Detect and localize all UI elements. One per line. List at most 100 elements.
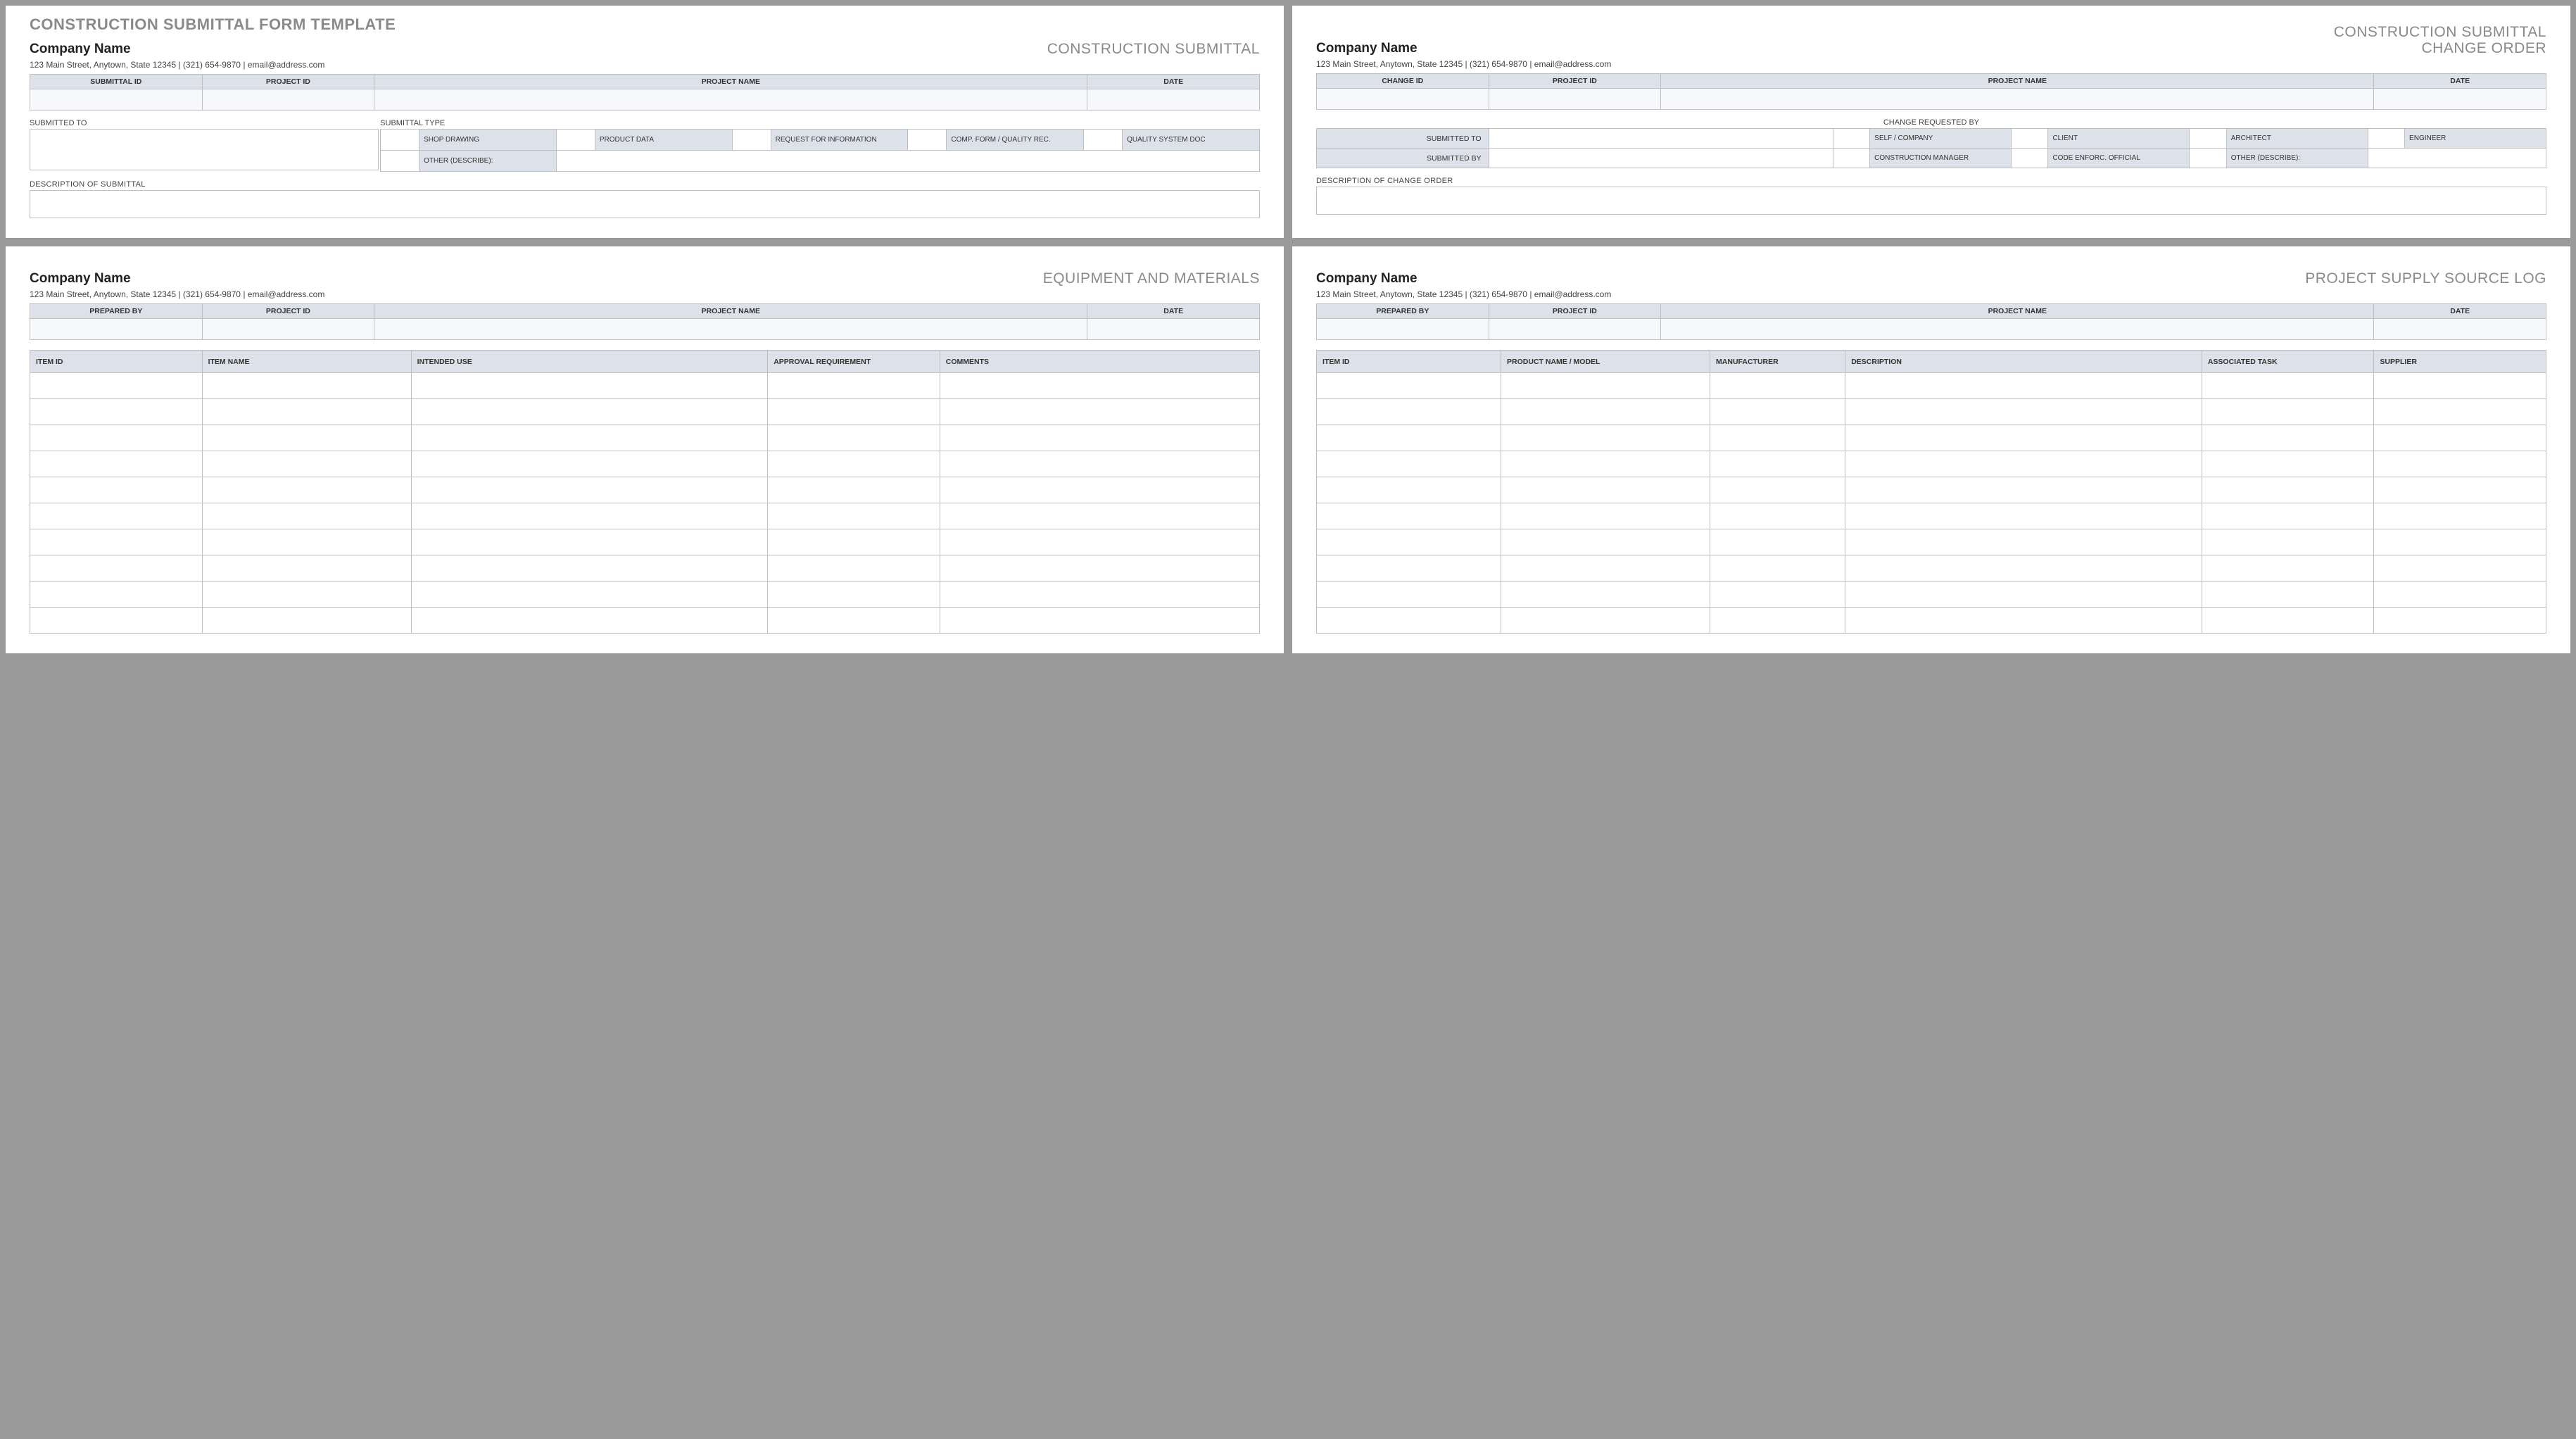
input-change-id[interactable] [1317,89,1489,110]
col-item-name: ITEM NAME [202,351,411,373]
table-row[interactable] [1317,425,2546,451]
col-project-name: PROJECT NAME [374,75,1087,89]
panel-construction-submittal: CONSTRUCTION SUBMITTAL FORM TEMPLATE Com… [6,6,1284,238]
table-row[interactable] [1317,608,2546,634]
table-row[interactable] [30,608,1260,634]
checkbox-cm[interactable] [1833,149,1869,168]
input-prepared-by[interactable] [30,319,203,340]
col-item-id: ITEM ID [1317,351,1501,373]
table-row[interactable] [30,477,1260,503]
input-project-name[interactable] [374,89,1087,111]
input-submitted-to[interactable] [30,130,379,170]
company-address: 123 Main Street, Anytown, State 12345 | … [1316,289,2546,299]
table-row[interactable] [30,373,1260,399]
checkbox-code-enforc[interactable] [2012,149,2048,168]
col-date: DATE [2374,74,2546,89]
input-submittal-id[interactable] [30,89,203,111]
table-row[interactable] [1317,477,2546,503]
input-date[interactable] [2374,89,2546,110]
col-project-name: PROJECT NAME [374,304,1087,319]
table-row[interactable] [30,503,1260,529]
col-date: DATE [1087,304,1260,319]
checkbox-quality-doc[interactable] [1084,130,1123,151]
label-quality-doc: QUALITY SYSTEM DOC [1123,130,1260,151]
table-row[interactable] [30,555,1260,582]
input-project-id[interactable] [202,319,374,340]
table-row[interactable] [1317,373,2546,399]
main-template-title: CONSTRUCTION SUBMITTAL FORM TEMPLATE [30,15,1260,34]
input-desc-submittal[interactable] [30,190,1260,218]
checkbox-product-data[interactable] [556,130,595,151]
input-prepared-by[interactable] [1317,319,1489,340]
checkbox-shop-drawing[interactable] [381,130,419,151]
table-row[interactable] [1317,399,2546,425]
equipment-header-table: PREPARED BY PROJECT ID PROJECT NAME DATE [30,303,1260,340]
panel-change-order: Company Name CONSTRUCTION SUBMITTAL CHAN… [1292,6,2570,238]
table-row[interactable] [30,425,1260,451]
label-other: OTHER (DESCRIBE): [2226,149,2368,168]
col-project-id: PROJECT ID [1489,304,1661,319]
company-address: 123 Main Street, Anytown, State 12345 | … [30,289,1260,299]
col-project-name: PROJECT NAME [1661,74,2374,89]
checkbox-self[interactable] [1833,129,1869,149]
doc-title-change-order: CONSTRUCTION SUBMITTAL CHANGE ORDER [2334,24,2546,56]
label-submitted-to: SUBMITTED TO [30,119,379,127]
label-product-data: PRODUCT DATA [595,130,732,151]
input-project-id[interactable] [202,89,374,111]
company-address: 123 Main Street, Anytown, State 12345 | … [1316,59,2546,69]
equipment-items-table: ITEM ID ITEM NAME INTENDED USE APPROVAL … [30,350,1260,634]
col-project-name: PROJECT NAME [1661,304,2374,319]
checkbox-rfi[interactable] [732,130,771,151]
input-other-describe[interactable] [556,151,1259,172]
table-row[interactable] [1317,503,2546,529]
doc-title-supply-log: PROJECT SUPPLY SOURCE LOG [2305,270,2546,287]
col-date: DATE [1087,75,1260,89]
label-other: OTHER (DESCRIBE): [419,151,557,172]
table-row[interactable] [1317,451,2546,477]
label-client: CLIENT [2048,129,2190,149]
row-submitted-by: SUBMITTED BY [1317,149,1489,168]
change-requested-table: SUBMITTED TO SELF / COMPANY CLIENT ARCHI… [1316,128,2546,168]
input-project-name[interactable] [1661,319,2374,340]
checkbox-other[interactable] [2190,149,2226,168]
table-row[interactable] [30,582,1260,608]
label-engineer: ENGINEER [2405,129,2546,149]
doc-title-submittal: CONSTRUCTION SUBMITTAL [1047,41,1260,57]
input-date[interactable] [2374,319,2546,340]
table-row[interactable] [30,451,1260,477]
input-project-name[interactable] [374,319,1087,340]
company-name: Company Name [30,271,131,287]
table-row[interactable] [30,399,1260,425]
input-submitted-by[interactable] [1489,149,1833,168]
checkbox-other[interactable] [381,151,419,172]
col-associated-task: ASSOCIATED TASK [2202,351,2374,373]
table-row[interactable] [1317,529,2546,555]
checkbox-architect[interactable] [2190,129,2226,149]
col-product-name: PRODUCT NAME / MODEL [1501,351,1710,373]
doc-title-line2: CHANGE ORDER [2421,40,2546,56]
table-row[interactable] [1317,582,2546,608]
input-submitted-to[interactable] [1489,129,1833,149]
col-submittal-id: SUBMITTAL ID [30,75,203,89]
table-row[interactable] [1317,555,2546,582]
template-grid: CONSTRUCTION SUBMITTAL FORM TEMPLATE Com… [0,0,2576,659]
submittal-header-table: SUBMITTAL ID PROJECT ID PROJECT NAME DAT… [30,74,1260,111]
col-project-id: PROJECT ID [1489,74,1661,89]
label-cm: CONSTRUCTION MANAGER [1870,149,2012,168]
col-project-id: PROJECT ID [202,75,374,89]
table-row[interactable] [30,529,1260,555]
input-project-id[interactable] [1489,89,1661,110]
label-architect: ARCHITECT [2226,129,2368,149]
checkbox-engineer[interactable] [2368,129,2404,149]
input-other-describe[interactable] [2368,149,2546,168]
input-desc-change[interactable] [1316,187,2546,215]
input-date[interactable] [1087,319,1260,340]
input-project-name[interactable] [1661,89,2374,110]
input-project-id[interactable] [1489,319,1661,340]
label-self: SELF / COMPANY [1870,129,2012,149]
panel-equipment-materials: Company Name EQUIPMENT AND MATERIALS 123… [6,246,1284,653]
label-shop-drawing: SHOP DRAWING [419,130,557,151]
checkbox-comp-form[interactable] [908,130,947,151]
input-date[interactable] [1087,89,1260,111]
checkbox-client[interactable] [2012,129,2048,149]
